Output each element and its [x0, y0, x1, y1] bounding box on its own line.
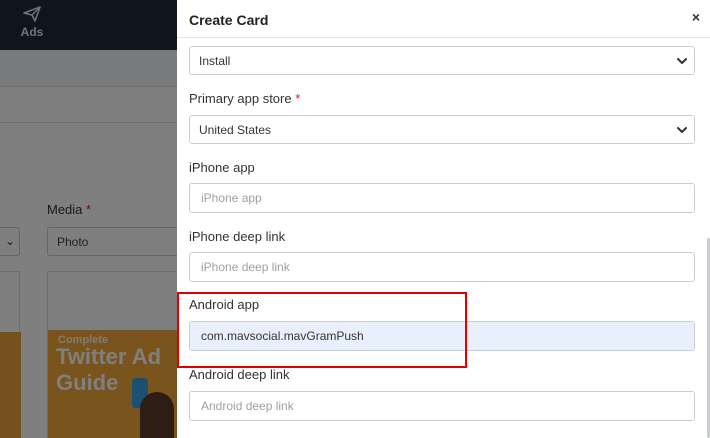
close-icon[interactable]: ×	[688, 9, 704, 27]
chevron-down-icon	[677, 127, 687, 133]
android-deep-link-input[interactable]	[189, 391, 695, 421]
primary-app-store-value: United States	[199, 123, 272, 137]
iphone-deep-link-label: iPhone deep link	[189, 229, 286, 244]
android-deep-link-label: Android deep link	[189, 367, 290, 382]
primary-app-store-label: Primary app store *	[189, 91, 300, 106]
create-card-modal: Create Card × Install Primary app store …	[177, 0, 710, 438]
iphone-app-label: iPhone app	[189, 160, 255, 175]
chevron-down-icon	[677, 58, 687, 64]
required-marker: *	[295, 91, 301, 106]
iphone-app-input[interactable]	[189, 183, 695, 213]
iphone-deep-link-input[interactable]	[189, 252, 695, 282]
primary-app-store-label-text: Primary app store	[189, 91, 292, 106]
modal-title: Create Card	[189, 12, 269, 28]
android-app-label: Android app	[189, 297, 260, 312]
call-to-action-select[interactable]: Install	[189, 46, 695, 75]
android-app-input[interactable]	[189, 321, 695, 351]
call-to-action-value: Install	[199, 54, 231, 68]
modal-header: Create Card ×	[177, 0, 710, 38]
primary-app-store-select[interactable]: United States	[189, 115, 695, 144]
